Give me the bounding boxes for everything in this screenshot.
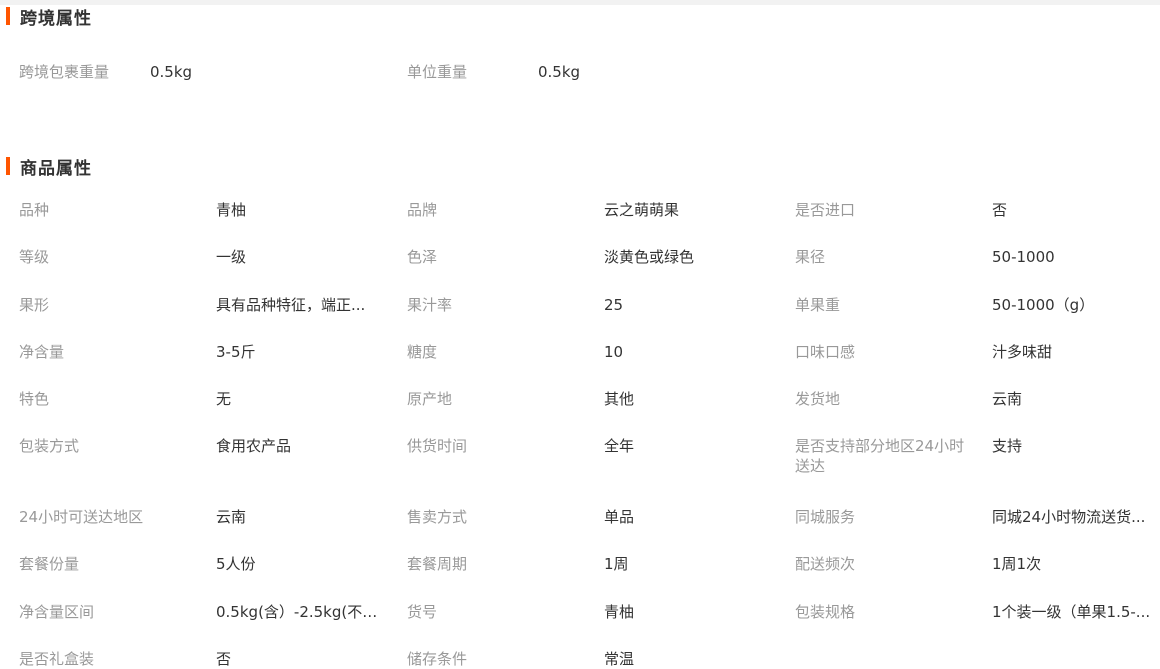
- attr-label: 包装方式: [19, 437, 80, 455]
- attr-label: 包装规格: [795, 603, 856, 621]
- attr-label: 口味口感: [795, 343, 856, 361]
- attr-value: 否: [216, 650, 232, 668]
- attr-value: 青柚: [216, 201, 247, 219]
- attr-value: 1周: [604, 555, 629, 573]
- attr-label: 果径: [795, 248, 826, 266]
- section-accent-bar: [6, 157, 10, 175]
- attr-label: 套餐份量: [19, 555, 80, 573]
- attr-label: 配送频次: [795, 555, 856, 573]
- attr-label: 等级: [19, 248, 50, 266]
- product-attributes-title-text: 商品属性: [20, 158, 92, 179]
- attr-label: 净含量: [19, 343, 65, 361]
- attr-value: 50-1000（g）: [992, 296, 1095, 314]
- attr-value: 全年: [604, 437, 635, 455]
- cross-border-title-text: 跨境属性: [20, 8, 92, 29]
- attr-value: 汁多味甜: [992, 343, 1053, 361]
- attr-value: 50-1000: [992, 248, 1055, 266]
- attr-value: 淡黄色或绿色: [604, 248, 695, 266]
- attr-value: 否: [992, 201, 1008, 219]
- attr-value: 具有品种特征，端正...: [216, 296, 366, 314]
- attr-value: 其他: [604, 390, 635, 408]
- attr-label: 特色: [19, 390, 50, 408]
- attr-value: 云之萌萌果: [604, 201, 680, 219]
- top-divider-strip: [0, 0, 1160, 5]
- attr-value: 1个装一级（单果1.5-...: [992, 603, 1151, 621]
- attr-value: 同城24小时物流送货...: [992, 508, 1146, 526]
- section-accent-bar: [6, 7, 10, 25]
- attr-label: 果形: [19, 296, 50, 314]
- attr-label: 是否礼盒装: [19, 650, 95, 668]
- attr-value: 5人份: [216, 555, 256, 573]
- attr-label: 糖度: [407, 343, 438, 361]
- attr-value: 无: [216, 390, 232, 408]
- attr-value: 常温: [604, 650, 635, 668]
- attr-value: 云南: [216, 508, 247, 526]
- attr-value: 单品: [604, 508, 635, 526]
- attr-label: 是否进口: [795, 201, 856, 219]
- attr-value: 0.5kg: [538, 63, 581, 81]
- attr-value: 青柚: [604, 603, 635, 621]
- cross-border-attributes-row: 跨境包裹重量 0.5kg 单位重量 0.5kg: [0, 62, 1160, 82]
- attr-label: 储存条件: [407, 650, 468, 668]
- attr-label: 原产地: [407, 390, 453, 408]
- attr-value: 10: [604, 343, 624, 361]
- attr-label: 是否支持部分地区24小时送达: [795, 437, 965, 475]
- attr-label: 单位重量: [407, 63, 468, 81]
- attr-label: 货号: [407, 603, 438, 621]
- attr-label: 果汁率: [407, 296, 453, 314]
- attr-label: 品种: [19, 201, 50, 219]
- attr-value: 0.5kg(含）-2.5kg(不含): [216, 603, 381, 621]
- attr-label: 单果重: [795, 296, 841, 314]
- attr-label: 同城服务: [795, 508, 856, 526]
- attr-label: 24小时可送达地区: [19, 508, 144, 526]
- attr-label: 套餐周期: [407, 555, 468, 573]
- cross-border-section-title: 跨境属性: [6, 6, 92, 29]
- attr-value: 1周1次: [992, 555, 1042, 573]
- attr-label: 色泽: [407, 248, 438, 266]
- attr-value: 25: [604, 296, 624, 314]
- product-attributes-section-title: 商品属性: [6, 156, 92, 179]
- attr-label: 品牌: [407, 201, 438, 219]
- attr-value: 食用农产品: [216, 437, 292, 455]
- attr-label: 售卖方式: [407, 508, 468, 526]
- attr-value: 支持: [992, 437, 1023, 455]
- attr-value: 0.5kg: [150, 63, 193, 81]
- attr-value: 云南: [992, 390, 1023, 408]
- attr-value: 一级: [216, 248, 247, 266]
- attr-value: 3-5斤: [216, 343, 256, 361]
- attr-label: 供货时间: [407, 437, 468, 455]
- attr-label: 净含量区间: [19, 603, 95, 621]
- attr-label: 发货地: [795, 390, 841, 408]
- attr-label: 跨境包裹重量: [19, 63, 110, 81]
